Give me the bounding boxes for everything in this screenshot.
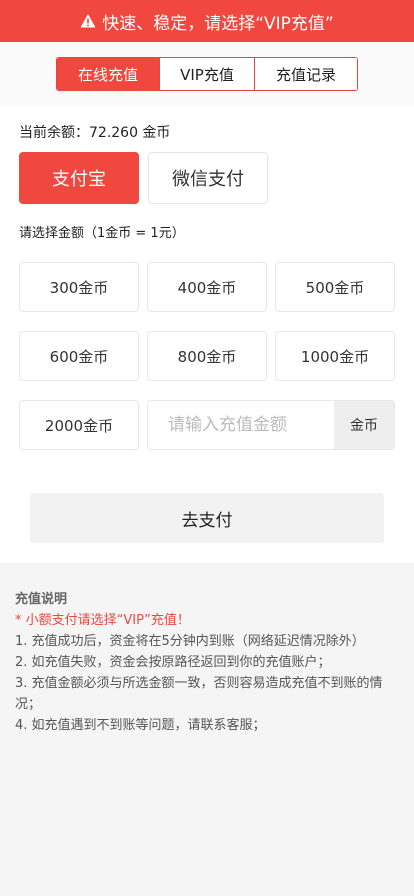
notes-highlight: * 小额支付请选择“VIP”充值！: [15, 613, 190, 628]
pay-method-row: 支付宝 微信支付: [19, 152, 395, 204]
amount-option-500[interactable]: 500金币: [275, 262, 395, 312]
tab-recharge-records[interactable]: 充值记录: [254, 58, 357, 90]
amount-row: 300金币 400金币 500金币: [19, 262, 395, 312]
custom-amount-unit: 金币: [334, 401, 394, 449]
amount-option-800[interactable]: 800金币: [147, 331, 267, 381]
amount-option-1000[interactable]: 1000金币: [275, 331, 395, 381]
balance-text: 当前余额：72.260 金币: [19, 125, 171, 141]
custom-amount-field: 金币: [147, 400, 395, 450]
notes-item: 2. 如充值失败，资金会按原路径返回到你的充值账户；: [15, 655, 331, 670]
notes-item: 1. 充值成功后，资金将在5分钟内到账（网络延迟情况除外）: [15, 634, 365, 649]
recharge-form: 当前余额：72.260 金币 支付宝 微信支付 请选择金额（1金币 = 1元） …: [0, 106, 414, 563]
wechat-pay-button[interactable]: 微信支付: [148, 152, 268, 204]
alipay-button[interactable]: 支付宝: [19, 152, 139, 204]
amount-row: 2000金币 金币: [19, 400, 395, 450]
tab-vip-recharge[interactable]: VIP充值: [159, 58, 254, 90]
notes-title: 充值说明: [15, 592, 68, 607]
tab-bar: 在线充值 VIP充值 充值记录: [56, 57, 358, 91]
notes-item: 3. 充值金额必须与所选金额一致，否则容易造成充值不到账的情况；: [15, 676, 383, 712]
recharge-notes: 充值说明 * 小额支付请选择“VIP”充值！ 1. 充值成功后，资金将在5分钟内…: [0, 563, 414, 736]
amount-grid: 300金币 400金币 500金币 600金币 800金币 1000金币 200…: [19, 262, 395, 450]
amount-option-300[interactable]: 300金币: [19, 262, 139, 312]
amount-option-600[interactable]: 600金币: [19, 331, 139, 381]
banner-text: 快速、稳定，请选择“VIP充值”: [102, 13, 334, 34]
top-banner: 快速、稳定，请选择“VIP充值”: [0, 0, 414, 42]
amount-row: 600金币 800金币 1000金币: [19, 331, 395, 381]
amount-option-400[interactable]: 400金币: [147, 262, 267, 312]
tab-bar-container: 在线充值 VIP充值 充值记录: [0, 42, 414, 106]
amount-hint: 请选择金额（1金币 = 1元）: [19, 226, 185, 241]
amount-option-2000[interactable]: 2000金币: [19, 400, 139, 450]
go-pay-button[interactable]: 去支付: [30, 493, 384, 543]
submit-wrap: 去支付: [19, 469, 395, 563]
notes-item: 4. 如充值遇到不到账等问题，请联系客服；: [15, 718, 266, 733]
custom-amount-input[interactable]: [148, 401, 334, 449]
warning-icon: [80, 13, 96, 29]
tab-online-recharge[interactable]: 在线充值: [57, 58, 159, 90]
